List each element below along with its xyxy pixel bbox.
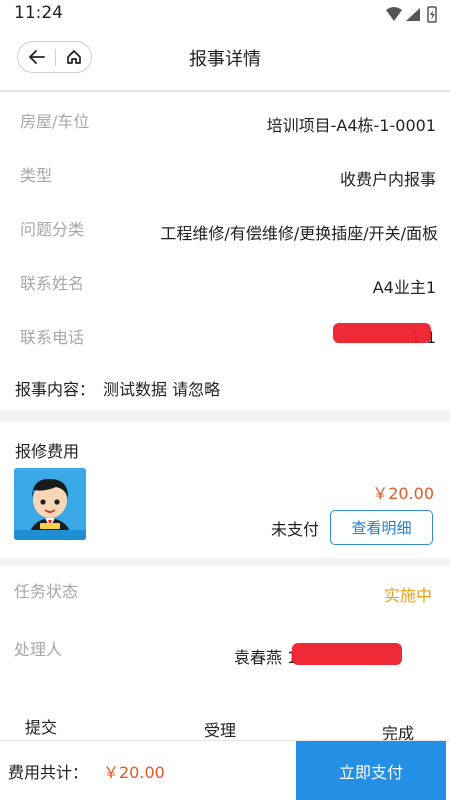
redaction-mark: [333, 323, 431, 343]
info-row-contact-name: 联系姓名 A4业主1: [0, 256, 450, 310]
bottom-bar: 费用共计： ￥20.00 立即支付: [0, 740, 450, 800]
wifi-icon: [386, 7, 402, 21]
view-details-button[interactable]: 查看明细: [330, 510, 433, 545]
total-value: ￥20.00: [103, 763, 165, 782]
status-icons: [386, 6, 437, 23]
fee-amount: ￥20.00: [372, 484, 434, 503]
info-row-house: 房屋/车位 培训项目-A4栋-1-0001: [0, 94, 450, 148]
status-time: 11:24: [14, 3, 63, 23]
task-status-value: 实施中: [383, 586, 432, 605]
divider: [0, 90, 450, 92]
handler-row: 处理人 袁春燕 1: [0, 622, 450, 672]
signal-icon: [406, 8, 420, 21]
step-accept: 受理: [204, 721, 237, 740]
task-status-label: 任务状态: [14, 582, 79, 601]
top-bar: 报事详情: [0, 28, 450, 90]
category-label: 问题分类: [20, 220, 85, 239]
type-value: 收费户内报事: [339, 170, 436, 189]
handler-label: 处理人: [14, 640, 63, 659]
total-label: 费用共计：: [8, 763, 89, 782]
category-value: 工程维修/有偿维修/更换插座/开关/面板: [160, 224, 438, 243]
payment-status: 未支付: [271, 520, 320, 539]
house-value: 培训项目-A4栋-1-0001: [266, 116, 436, 135]
contact-name-label: 联系姓名: [20, 274, 85, 293]
info-row-contact-phone: 联系电话 1 1: [0, 310, 450, 364]
content-value: 测试数据 请忽略: [103, 380, 221, 399]
house-label: 房屋/车位: [20, 112, 90, 131]
report-content-row: 报事内容： 测试数据 请忽略: [0, 362, 450, 410]
section-divider: [0, 558, 450, 566]
info-row-category: 问题分类 工程维修/有偿维修/更换插座/开关/面板: [0, 202, 450, 256]
task-status-row: 任务状态 实施中: [0, 566, 450, 620]
info-row-type: 类型 收费户内报事: [0, 148, 450, 202]
avatar: [14, 468, 86, 540]
contact-phone-label: 联系电话: [20, 328, 85, 347]
butler-avatar-icon: [14, 468, 86, 540]
type-label: 类型: [20, 166, 53, 185]
step-submit: 提交: [25, 718, 58, 737]
handler-value: 袁春燕 1: [234, 648, 298, 667]
section-divider: [0, 410, 450, 422]
status-bar: 11:24: [0, 0, 450, 28]
fee-title: 报修费用: [15, 442, 80, 461]
content-label: 报事内容：: [15, 380, 96, 399]
contact-name-value: A4业主1: [372, 278, 436, 297]
redaction-mark: [292, 643, 402, 665]
page-title: 报事详情: [189, 49, 261, 70]
pay-now-button[interactable]: 立即支付: [296, 741, 446, 800]
